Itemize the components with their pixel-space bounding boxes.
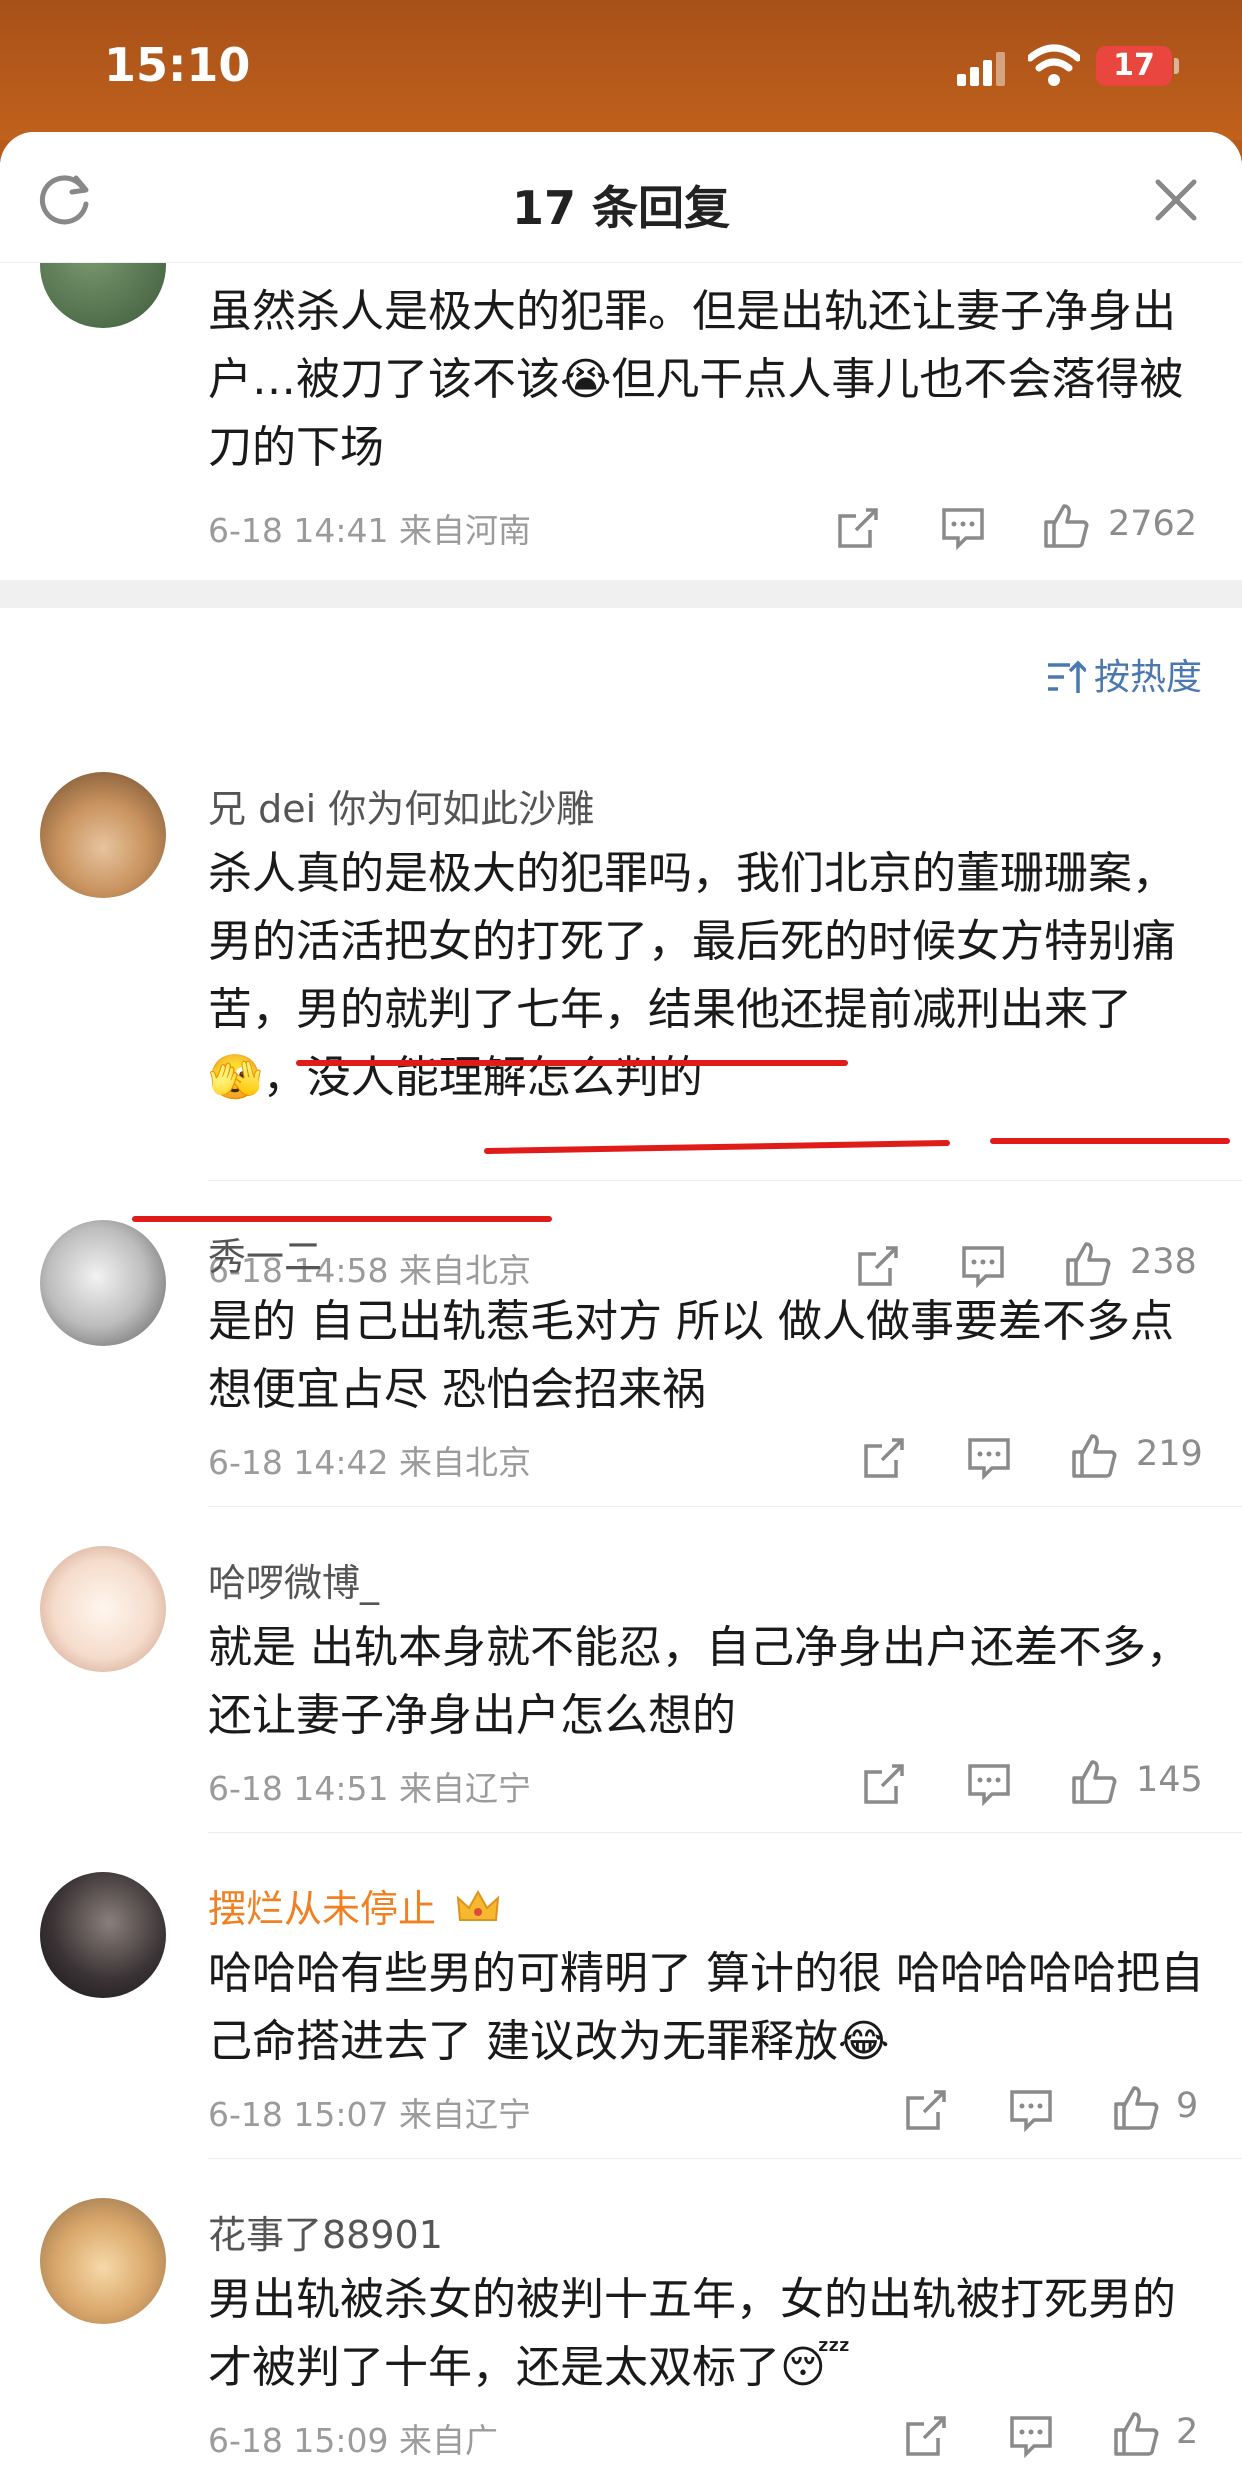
like-count: 9 [1176, 2086, 1199, 2126]
avatar[interactable] [40, 772, 166, 898]
like-icon[interactable] [1070, 1758, 1118, 1806]
sheet-header: 17 条回复 [0, 132, 1242, 263]
comment-icon[interactable] [966, 1436, 1012, 1480]
like-icon[interactable] [1070, 1432, 1118, 1480]
sort-label: 按热度 [1093, 657, 1202, 698]
repost-icon[interactable] [862, 1436, 906, 1480]
comment-text: 虽然杀人是极大的犯罪。但是出轨还让妻子净身出户…被刀了该不该😭但凡干点人事儿也不… [208, 286, 1184, 473]
comment-meta: 6-18 14:41 来自河南 [208, 511, 531, 550]
list-item: 秀一二 是的 自己出轨惹毛对方 所以 做人做事要差不多点 想便宜占尽 恐怕会招来… [0, 1212, 1242, 1532]
comment-text: 杀人真的是极大的犯罪吗，我们北京的董珊珊案，男的活活把女的打死了，最后死的时候女… [208, 848, 1176, 1103]
comment-meta: 6-18 15:07 来自辽宁 [208, 2095, 531, 2134]
comment-icon[interactable] [966, 1762, 1012, 1806]
cellular-signal-icon [957, 52, 1007, 86]
username[interactable]: 哈啰微博_ [208, 1552, 379, 1607]
comment-text: 就是 出轨本身就不能忍，自己净身出户还差不多，还让妻子净身出户怎么想的 [208, 1622, 1190, 1741]
battery-tip [1174, 58, 1179, 74]
crown-badge-icon [456, 1889, 500, 1921]
avatar[interactable] [40, 1546, 166, 1672]
section-divider [0, 580, 1242, 608]
highlight-underline [296, 1060, 848, 1066]
like-icon[interactable] [1112, 2084, 1160, 2132]
repost-icon[interactable] [904, 2414, 948, 2458]
comment-icon[interactable] [1008, 2414, 1054, 2458]
repost-icon[interactable] [836, 506, 880, 550]
list-item: 花事了88901 男出轨被杀女的被判十五年，女的出轨被打死男的才被判了十年，还是… [0, 2190, 1242, 2486]
close-icon[interactable] [1150, 174, 1202, 226]
sort-button[interactable]: 按热度 [1046, 648, 1202, 700]
username-text: 摆烂从未停止 [208, 1887, 437, 1931]
wifi-icon [1028, 44, 1080, 86]
comment-text: 男出轨被杀女的被判十五年，女的出轨被打死男的才被判了十年，还是太双标了😴 [208, 2274, 1176, 2393]
status-time: 15:10 [104, 38, 251, 92]
highlight-underline [483, 1139, 951, 1155]
highlight-underline [990, 1138, 1230, 1144]
list-item: 摆烂从未停止 哈哈哈有些男的可精明了 算计的很 哈哈哈哈哈把自己命搭进去了 建议… [0, 1864, 1242, 2184]
username[interactable]: 秀一二 [208, 1226, 322, 1281]
avatar[interactable] [40, 2198, 166, 2324]
username[interactable]: 花事了88901 [208, 2204, 443, 2259]
username[interactable]: 兄 dei 你为何如此沙雕 [208, 778, 594, 833]
avatar[interactable] [40, 1220, 166, 1346]
battery-indicator: 17 [1096, 46, 1172, 86]
divider [208, 1180, 1242, 1181]
sort-icon [1047, 660, 1088, 693]
like-icon[interactable] [1042, 502, 1090, 550]
comment-icon[interactable] [1008, 2088, 1054, 2132]
comment-text: 是的 自己出轨惹毛对方 所以 做人做事要差不多点 想便宜占尽 恐怕会招来祸 [208, 1296, 1174, 1415]
repost-icon[interactable] [862, 1762, 906, 1806]
divider [208, 2158, 1242, 2159]
status-bar: 15:10 17 [0, 0, 1242, 140]
like-count: 2762 [1108, 504, 1198, 544]
comment-meta: 6-18 15:09 来自广 [208, 2421, 498, 2460]
comment-text: 哈哈哈有些男的可精明了 算计的很 哈哈哈哈哈把自己命搭进去了 建议改为无罪释放😂 [208, 1948, 1204, 2067]
replies-sheet: 17 条回复 虽然杀人是极大的犯罪。但是出轨还让妻子净身出户…被刀了该不该😭但凡… [0, 132, 1242, 2486]
like-count: 2 [1176, 2412, 1199, 2452]
comment-icon[interactable] [940, 506, 986, 550]
comment-meta: 6-18 14:51 来自辽宁 [208, 1769, 531, 1808]
divider [208, 1506, 1242, 1507]
page-title: 17 条回复 [511, 181, 731, 235]
comment-meta: 6-18 14:42 来自北京 [208, 1443, 531, 1482]
divider [208, 1832, 1242, 1833]
like-count: 219 [1136, 1434, 1203, 1474]
avatar[interactable] [40, 1872, 166, 1998]
username[interactable]: 摆烂从未停止 [208, 1878, 500, 1933]
like-icon[interactable] [1112, 2410, 1160, 2458]
like-count: 145 [1136, 1760, 1203, 1800]
repost-icon[interactable] [904, 2088, 948, 2132]
list-item: 哈啰微博_ 就是 出轨本身就不能忍，自己净身出户还差不多，还让妻子净身出户怎么想… [0, 1538, 1242, 1858]
